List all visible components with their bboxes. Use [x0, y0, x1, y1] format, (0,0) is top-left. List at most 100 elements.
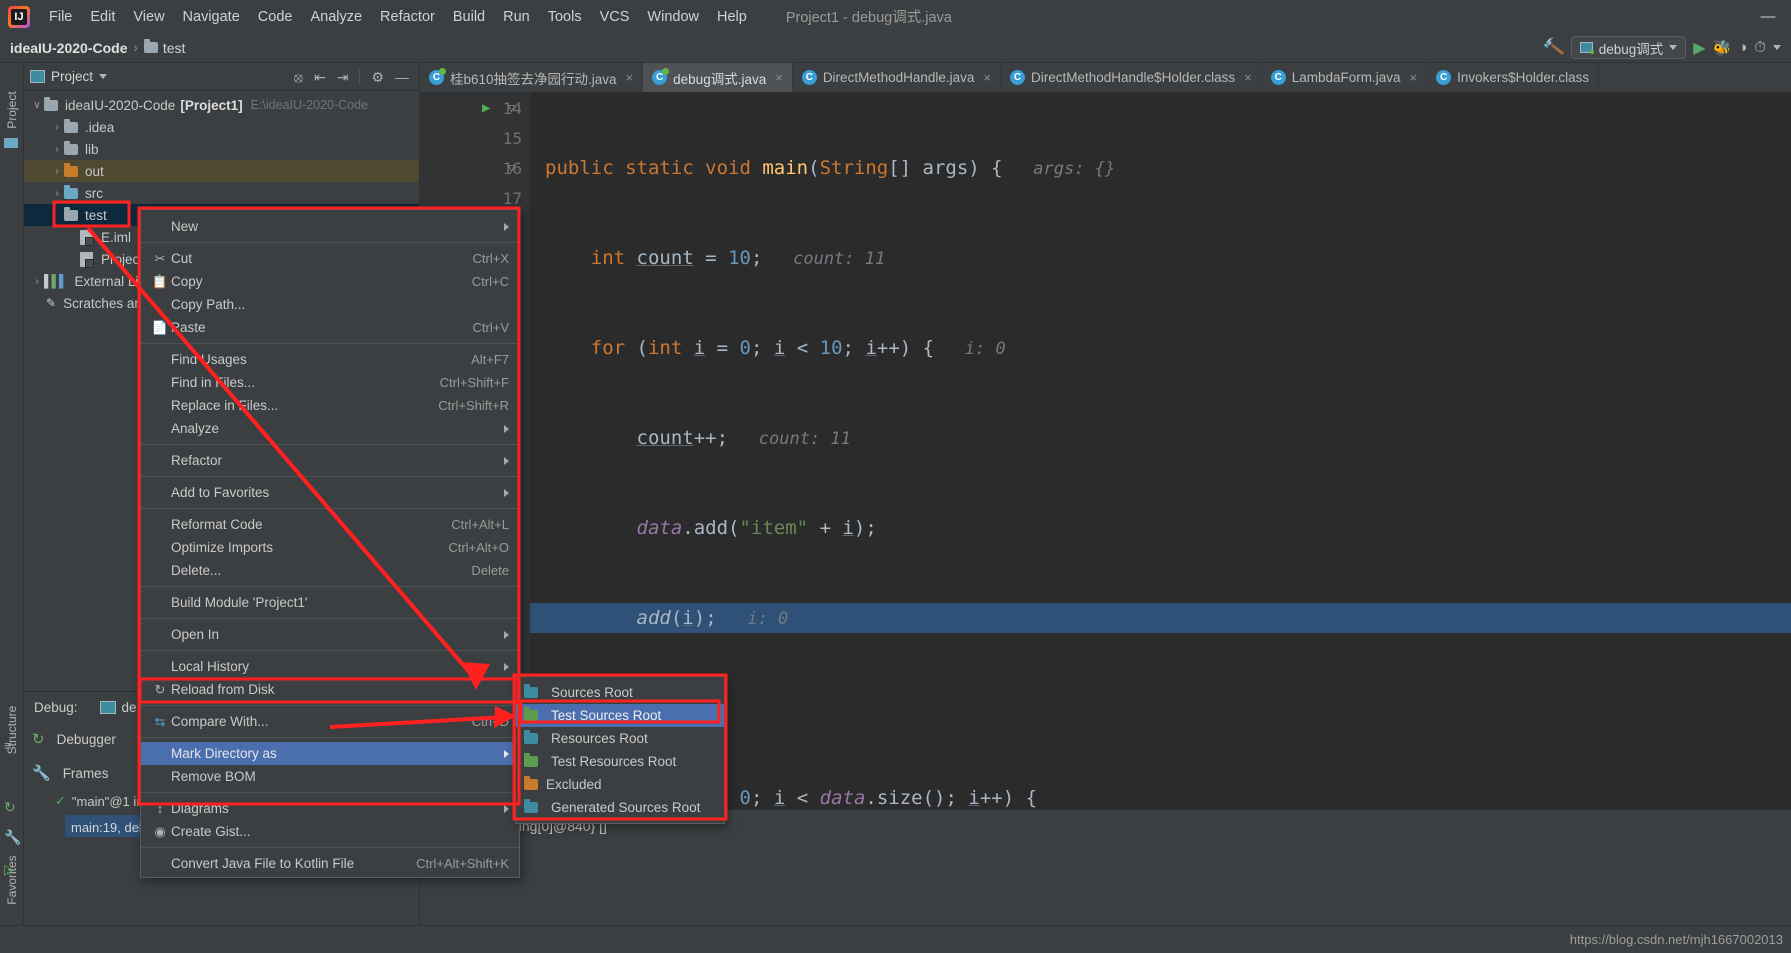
tree-row-src[interactable]: › src	[24, 182, 419, 204]
context-menu-item-cut[interactable]: ✂ Cut Ctrl+X	[141, 247, 519, 270]
menu-edit[interactable]: Edit	[81, 6, 124, 28]
navbar-more-caret-icon[interactable]	[1773, 45, 1781, 50]
hammer-icon[interactable]: 🔨	[1541, 36, 1565, 59]
rerun-strip-icon[interactable]: ↻	[4, 799, 20, 815]
mark-directory-as-submenu[interactable]: Sources Root Test Sources Root Resources…	[515, 676, 725, 824]
collapse-all-icon[interactable]: ⇥	[337, 70, 349, 84]
hide-icon[interactable]: —	[395, 70, 409, 84]
context-menu-item-add-to-favorites[interactable]: Add to Favorites	[141, 481, 519, 504]
chevron-down-icon[interactable]: ∨	[30, 100, 44, 111]
fold-icon[interactable]: ▽	[508, 101, 515, 115]
context-menu-item-paste[interactable]: 📄 Paste Ctrl+V	[141, 316, 519, 339]
menu-help[interactable]: Help	[708, 6, 756, 28]
context-menu-item-new[interactable]: New	[141, 215, 519, 238]
tool-window-project[interactable]: Project	[5, 80, 19, 140]
run-gutter-icon[interactable]: ▶	[482, 100, 490, 116]
menu-refactor[interactable]: Refactor	[371, 6, 444, 28]
run-icon[interactable]: ▶	[1693, 38, 1705, 58]
project-window-icon	[30, 70, 45, 83]
context-menu-item-local-history[interactable]: Local History	[141, 655, 519, 678]
chevron-right-icon[interactable]: ›	[30, 276, 44, 287]
chevron-right-icon[interactable]: ›	[50, 188, 64, 199]
close-icon[interactable]: ×	[983, 70, 991, 85]
chevron-right-icon[interactable]: ›	[50, 166, 64, 177]
breadcrumb-root[interactable]: ideaIU-2020-Code	[10, 40, 127, 56]
editor-tab-3[interactable]: C DirectMethodHandle$Holder.class ×	[1001, 63, 1262, 92]
project-panel-title: Project	[51, 69, 94, 84]
close-icon[interactable]: ×	[626, 70, 634, 85]
menu-view[interactable]: View	[124, 6, 173, 28]
context-menu-item-compare-with[interactable]: ⇆ Compare With... Ctrl+D	[141, 710, 519, 733]
context-menu-item-optimize-imports[interactable]: Optimize Imports Ctrl+Alt+O	[141, 536, 519, 559]
editor-tab-2[interactable]: C DirectMethodHandle.java ×	[793, 63, 1001, 92]
context-menu-item-reload-from-disk[interactable]: ↻ Reload from Disk	[141, 678, 519, 701]
menu-navigate[interactable]: Navigate	[174, 6, 249, 28]
context-menu-item-diagrams[interactable]: ↕ Diagrams	[141, 797, 519, 820]
tree-label: ideaIU-2020-Code	[65, 97, 176, 113]
profiler-icon[interactable]: ⏱	[1754, 39, 1766, 56]
editor-tab-4[interactable]: C LambdaForm.java ×	[1262, 63, 1428, 92]
tree-row-project-root[interactable]: ∨ ideaIU-2020-Code [Project1] E:\ideaIU-…	[24, 94, 419, 116]
rerun-icon[interactable]: ↻	[32, 730, 45, 748]
wrench-strip-icon[interactable]: 🔧	[4, 829, 21, 845]
run-configuration-selector[interactable]: debug调式	[1570, 36, 1687, 59]
context-menu-item-find-in-files[interactable]: Find in Files... Ctrl+Shift+F	[141, 371, 519, 394]
debug-icon[interactable]: 🐝	[1713, 39, 1732, 57]
context-menu-item-find-usages[interactable]: Find Usages Alt+F7	[141, 348, 519, 371]
resume-strip-icon[interactable]: ▷	[4, 861, 20, 877]
context-menu-item-create-gist[interactable]: ◉ Create Gist...	[141, 820, 519, 843]
menu-file[interactable]: File	[40, 6, 81, 28]
context-menu-item-analyze[interactable]: Analyze	[141, 417, 519, 440]
chevron-down-icon[interactable]	[99, 74, 108, 79]
context-menu-item-remove-bom[interactable]: Remove BOM	[141, 765, 519, 788]
submenu-item-test-sources-root[interactable]: Test Sources Root	[516, 704, 724, 727]
context-menu-item-copy-path[interactable]: Copy Path...	[141, 293, 519, 316]
submenu-item-label: Generated Sources Root	[551, 800, 701, 815]
context-menu-item-reformat-code[interactable]: Reformat Code Ctrl+Alt+L	[141, 513, 519, 536]
gear-icon[interactable]: ⚙	[371, 70, 384, 84]
coverage-icon[interactable]: ◑	[1738, 39, 1747, 56]
menu-separator	[141, 586, 519, 587]
context-menu-item-copy[interactable]: 📋 Copy Ctrl+C	[141, 270, 519, 293]
minimize-button[interactable]: —	[1753, 8, 1783, 25]
submenu-item-sources-root[interactable]: Sources Root	[516, 681, 724, 704]
context-menu-item-replace-in-files[interactable]: Replace in Files... Ctrl+Shift+R	[141, 394, 519, 417]
breadcrumb-leaf[interactable]: test	[163, 40, 186, 56]
context-menu-item-build-module[interactable]: Build Module 'Project1'	[141, 591, 519, 614]
context-menu-item-open-in[interactable]: Open In	[141, 623, 519, 646]
breadcrumb-separator: ›	[133, 40, 138, 55]
expand-all-icon[interactable]: ⇤	[314, 70, 326, 84]
tree-row-idea[interactable]: › .idea	[24, 116, 419, 138]
menu-window[interactable]: Window	[638, 6, 708, 28]
tree-row-lib[interactable]: › lib	[24, 138, 419, 160]
context-menu-item-convert-java-to-kotlin[interactable]: Convert Java File to Kotlin File Ctrl+Al…	[141, 852, 519, 875]
submenu-item-excluded[interactable]: Excluded	[516, 773, 724, 796]
chevron-right-icon[interactable]: ›	[50, 144, 64, 155]
target-icon[interactable]: ⦻	[294, 70, 303, 84]
close-icon[interactable]: ×	[775, 70, 783, 85]
menu-code[interactable]: Code	[249, 6, 302, 28]
menu-vcs[interactable]: VCS	[591, 6, 639, 28]
submenu-item-resources-root[interactable]: Resources Root	[516, 727, 724, 750]
wrench-icon[interactable]: 🔧	[32, 764, 51, 782]
menu-run[interactable]: Run	[494, 6, 539, 28]
menu-build[interactable]: Build	[444, 6, 494, 28]
fold-icon[interactable]: ▽	[508, 161, 515, 175]
menu-tools[interactable]: Tools	[539, 6, 591, 28]
tree-row-out[interactable]: › out	[24, 160, 419, 182]
chevron-right-icon[interactable]: ›	[50, 122, 64, 133]
submenu-item-generated-sources-root[interactable]: Generated Sources Root	[516, 796, 724, 819]
editor-tab-0[interactable]: C 桂b610抽签去净园行动.java ×	[420, 63, 644, 92]
editor-tab-5[interactable]: C Invokers$Holder.class	[1427, 63, 1600, 92]
close-icon[interactable]: ×	[1410, 70, 1418, 85]
context-menu-item-mark-directory-as[interactable]: Mark Directory as	[141, 742, 519, 765]
context-menu-item-delete[interactable]: Delete... Delete	[141, 559, 519, 582]
close-icon[interactable]: ×	[1244, 70, 1252, 85]
submenu-item-test-resources-root[interactable]: Test Resources Root	[516, 750, 724, 773]
folder-excluded-icon	[64, 162, 78, 177]
context-menu[interactable]: New ✂ Cut Ctrl+X 📋 Copy Ctrl+C Copy Path…	[140, 209, 520, 878]
context-menu-item-refactor[interactable]: Refactor	[141, 449, 519, 472]
tool-window-favorites[interactable]: Favorites	[5, 850, 19, 910]
editor-tab-1[interactable]: C debug调式.java ×	[643, 63, 793, 92]
menu-analyze[interactable]: Analyze	[301, 6, 371, 28]
